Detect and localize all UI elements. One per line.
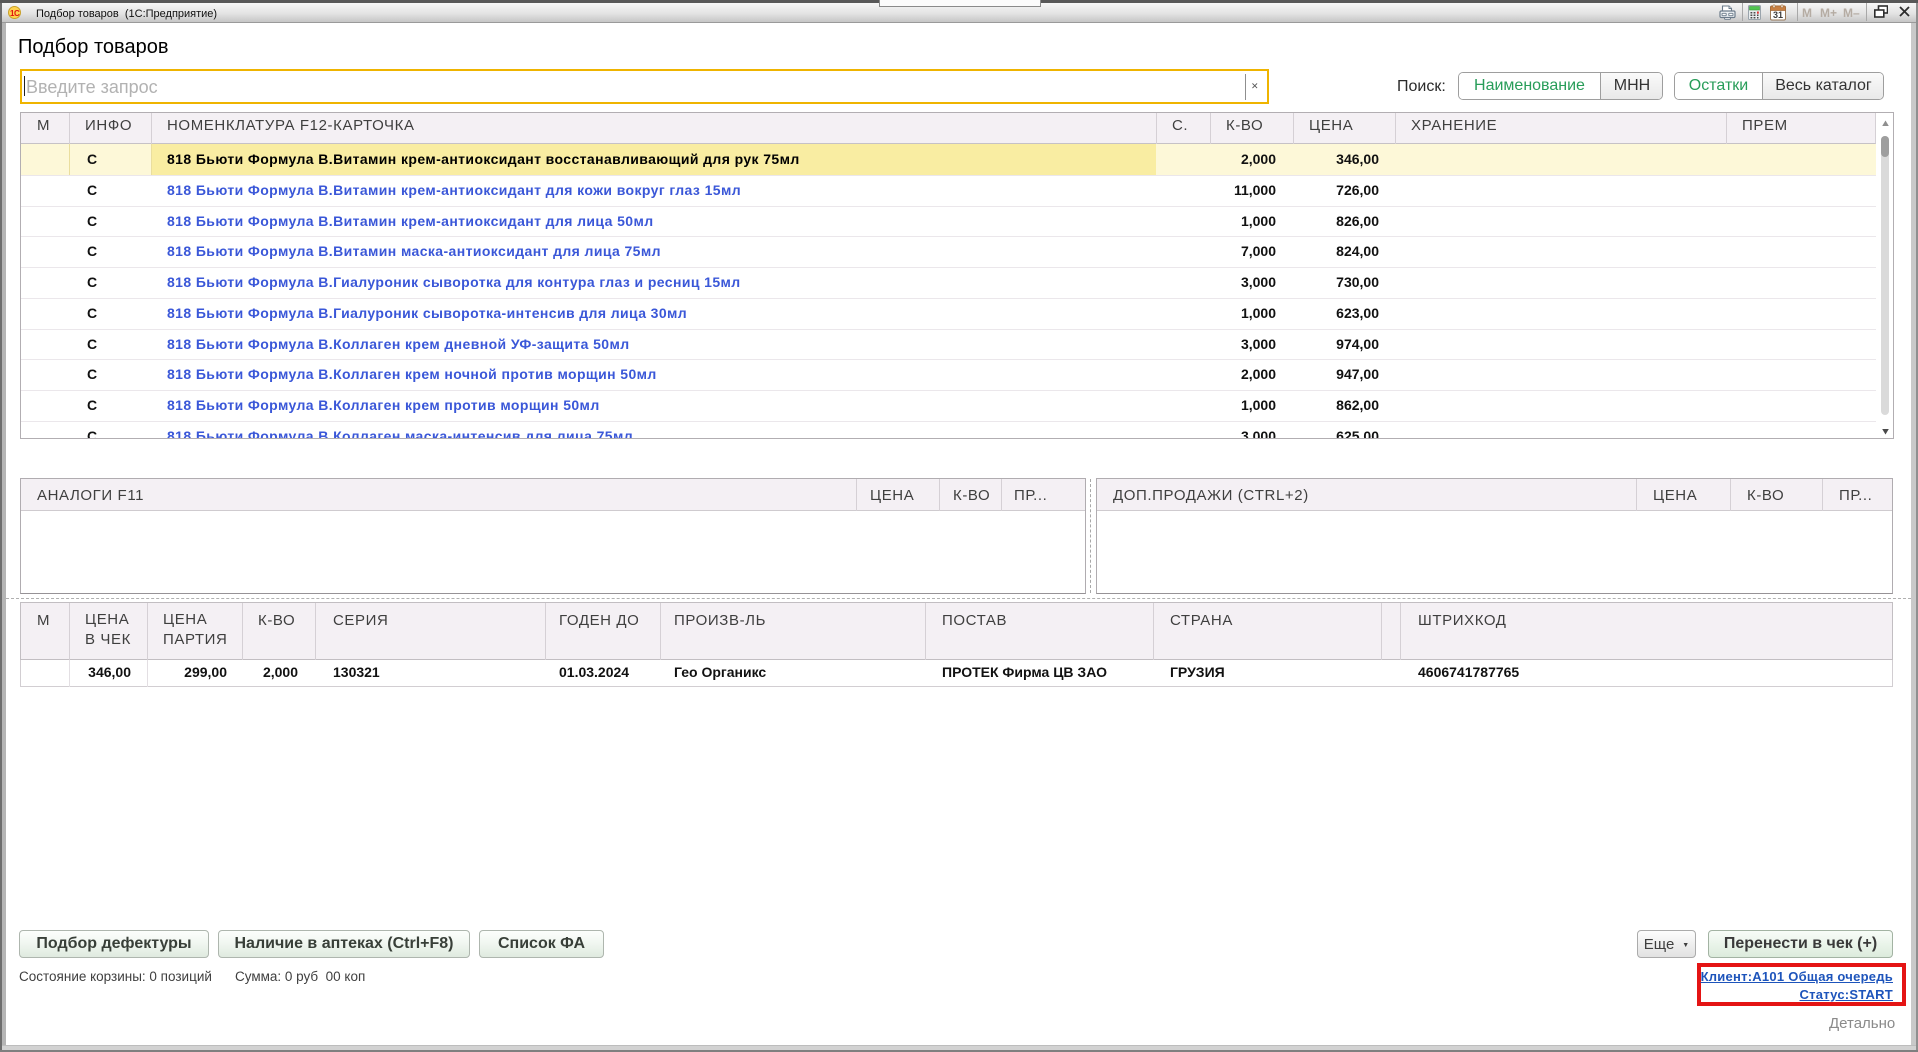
svg-text:31: 31 bbox=[1773, 10, 1783, 20]
